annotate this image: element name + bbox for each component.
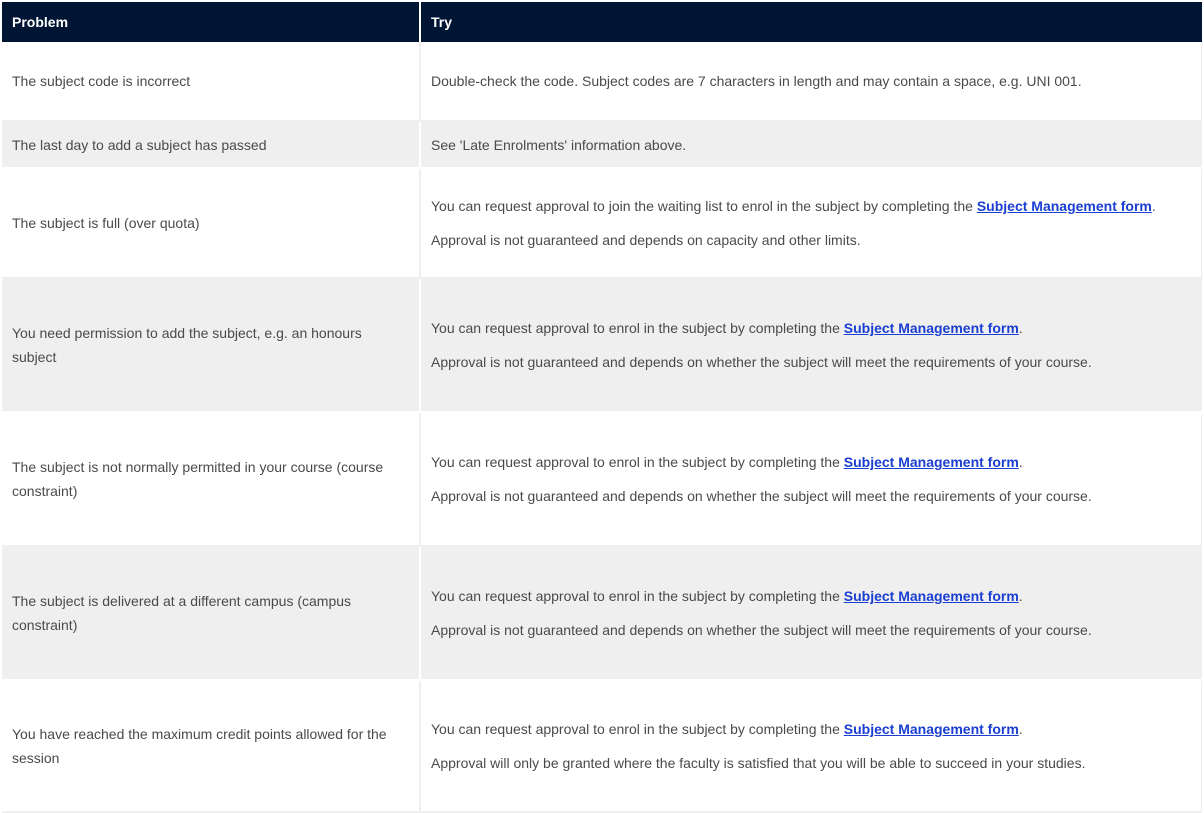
try-text: See 'Late Enrolments' information above. [431,136,687,153]
subject-management-form-link[interactable]: Subject Management form [844,454,1019,470]
table-row: The subject is not normally permitted in… [2,413,1202,547]
problem-cell: The subject is full (over quota) [2,169,421,279]
try-text-after: . [1151,198,1156,214]
problem-cell: The last day to add a subject has passed [2,122,421,169]
table-body: The subject code is incorrect Double-che… [2,42,1202,813]
try-text: You can request approval to enrol in the… [431,316,1192,340]
problem-cell: You need permission to add the subject, … [2,279,421,413]
try-text: You can request approval to enrol in the… [431,584,1192,608]
try-cell: You can request approval to enrol in the… [421,279,1202,413]
approval-note: Approval is not guaranteed and depends o… [431,232,861,248]
enrolment-problems-table-wrapper: Problem Try The subject code is incorrec… [2,2,1202,813]
subject-management-form-link[interactable]: Subject Management form [844,721,1019,737]
table-row: You need permission to add the subject, … [2,279,1202,413]
try-text: You can request approval to enrol in the… [431,717,1191,741]
try-text-before: You can request approval to join the wai… [431,198,977,214]
approval-note: Approval will only be granted where the … [431,755,1086,771]
try-cell: You can request approval to enrol in the… [421,547,1202,681]
try-text-after: . [1018,320,1023,336]
try-cell: You can request approval to enrol in the… [421,413,1202,547]
try-text-before: You can request approval to enrol in the… [431,320,844,336]
try-text: Double-check the code. Subject codes are… [431,73,1082,89]
try-cell: See 'Late Enrolments' information above. [421,122,1202,169]
try-text: You can request approval to join the wai… [431,194,1191,218]
approval-note: Approval is not guaranteed and depends o… [431,354,1092,370]
table-row: The subject is full (over quota) You can… [2,169,1202,279]
enrolment-problems-table: Problem Try The subject code is incorrec… [2,2,1202,813]
column-header-problem: Problem [2,2,421,42]
subject-management-form-link[interactable]: Subject Management form [844,588,1019,604]
try-cell: You can request approval to enrol in the… [421,681,1202,813]
try-text-after: . [1018,721,1023,737]
try-text-after: . [1018,588,1023,604]
problem-cell: The subject code is incorrect [2,42,421,122]
table-row: The subject code is incorrect Double-che… [2,42,1202,122]
column-header-try: Try [421,2,1202,42]
table-header-row: Problem Try [2,2,1202,42]
table-row: The last day to add a subject has passed… [2,122,1202,169]
table-row: The subject is delivered at a different … [2,547,1202,681]
subject-management-form-link[interactable]: Subject Management form [844,320,1019,336]
problem-cell: The subject is delivered at a different … [2,547,421,681]
try-cell: Double-check the code. Subject codes are… [421,42,1202,122]
try-text-after: . [1018,454,1023,470]
table-row: You have reached the maximum credit poin… [2,681,1202,813]
table-header: Problem Try [2,2,1202,42]
problem-cell: You have reached the maximum credit poin… [2,681,421,813]
try-text-before: You can request approval to enrol in the… [431,721,844,737]
try-cell: You can request approval to join the wai… [421,169,1202,279]
approval-note: Approval is not guaranteed and depends o… [431,488,1092,504]
try-text-before: You can request approval to enrol in the… [431,454,844,470]
subject-management-form-link[interactable]: Subject Management form [977,198,1152,214]
try-text: You can request approval to enrol in the… [431,450,1191,474]
approval-note: Approval is not guaranteed and depends o… [431,622,1092,638]
problem-cell: The subject is not normally permitted in… [2,413,421,547]
try-text-before: You can request approval to enrol in the… [431,588,844,604]
